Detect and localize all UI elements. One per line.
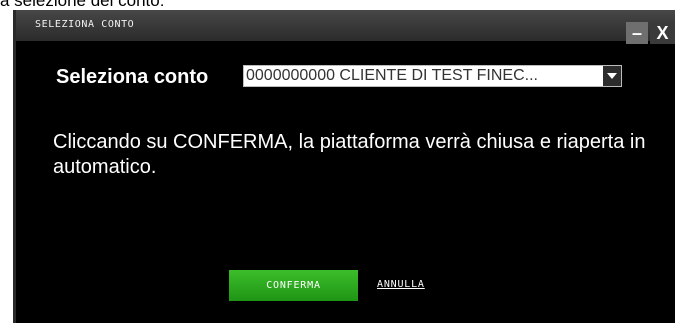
account-select-label: Seleziona conto <box>56 66 209 88</box>
account-select-value: 0000000000 CLIENTE DI TEST FINEC... <box>246 67 538 84</box>
info-message: Cliccando su CONFERMA, la piattaforma ve… <box>53 131 646 178</box>
page-caption: a selezione del conto: <box>0 0 165 10</box>
dialog-titlebar[interactable]: SELEZIONA CONTO <box>13 10 675 41</box>
minimize-button[interactable]: – <box>626 22 648 44</box>
dialog-title: SELEZIONA CONTO <box>35 19 135 30</box>
select-account-dialog: SELEZIONA CONTO – X Seleziona conto 0000… <box>13 10 675 323</box>
cancel-link[interactable]: ANNULLA <box>377 279 425 290</box>
account-select[interactable]: 0000000000 CLIENTE DI TEST FINEC... <box>243 65 622 87</box>
chevron-down-icon[interactable] <box>603 66 621 86</box>
dialog-border <box>13 10 16 323</box>
close-button[interactable]: X <box>650 22 675 44</box>
confirm-button[interactable]: CONFERMA <box>229 270 358 301</box>
